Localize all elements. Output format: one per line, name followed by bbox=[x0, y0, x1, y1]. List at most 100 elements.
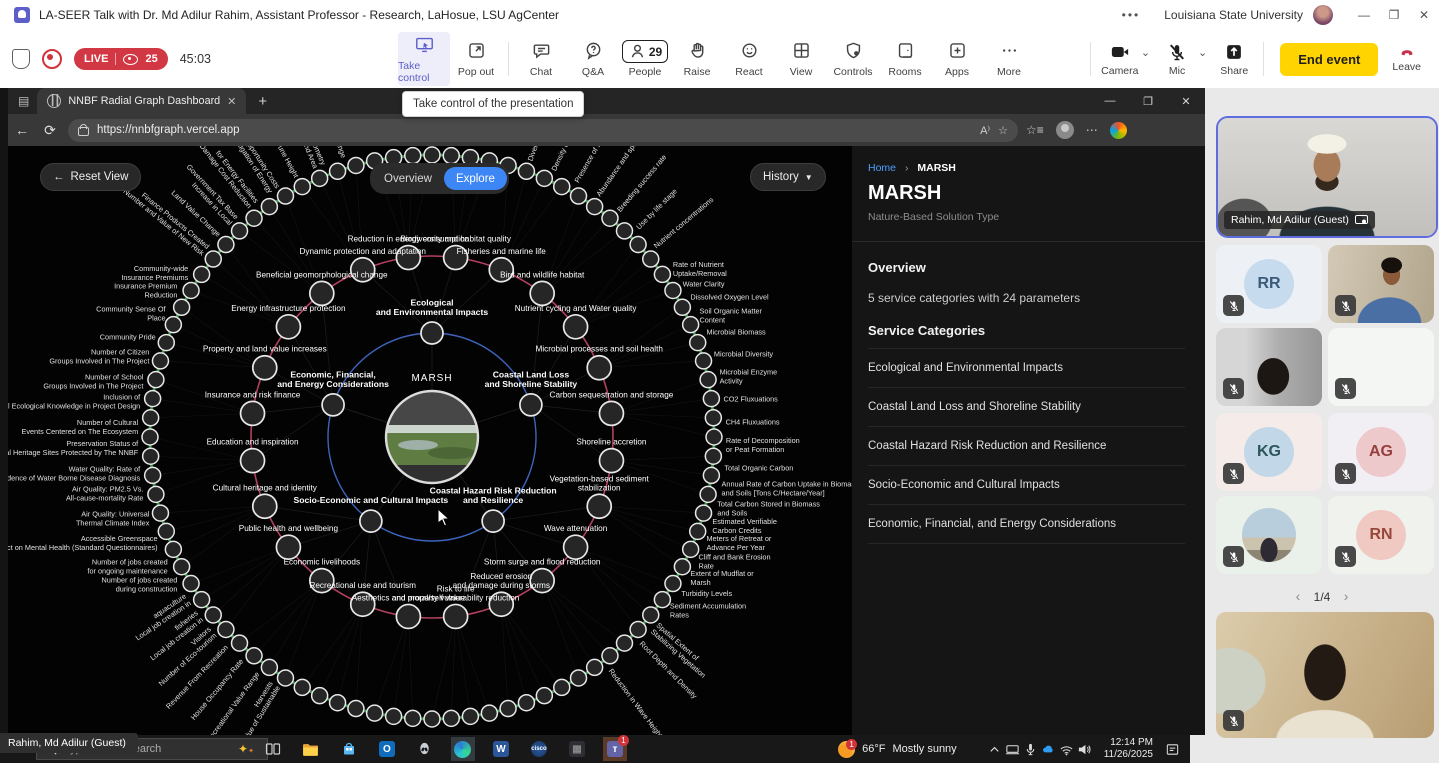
graph-node-parameter[interactable] bbox=[599, 401, 623, 425]
toolbar-button-chat[interactable]: Chat bbox=[515, 32, 567, 86]
graph-node-parameter[interactable] bbox=[310, 281, 334, 305]
graph-node-parameter[interactable] bbox=[587, 494, 611, 518]
graph-node-parameter[interactable] bbox=[276, 315, 300, 339]
graph-node-outer[interactable] bbox=[165, 541, 181, 557]
graph-node-outer[interactable] bbox=[554, 179, 570, 195]
category-item[interactable]: Ecological and Environmental Impacts bbox=[868, 348, 1185, 388]
graph-node-outer[interactable] bbox=[143, 410, 159, 426]
graph-node-outer[interactable] bbox=[218, 237, 234, 253]
wifi-icon[interactable] bbox=[1059, 742, 1074, 757]
toolbar-button-react[interactable]: React bbox=[723, 32, 775, 86]
tab-actions-icon[interactable]: ▤ bbox=[18, 94, 29, 108]
copilot-icon[interactable] bbox=[1110, 122, 1127, 139]
camera-button[interactable]: Camera bbox=[1097, 42, 1143, 77]
graph-node-outer[interactable] bbox=[630, 237, 646, 253]
overview-tab[interactable]: Overview bbox=[372, 173, 444, 185]
graph-node-outer[interactable] bbox=[705, 448, 721, 464]
graph-node-outer[interactable] bbox=[183, 576, 199, 592]
graph-node-outer[interactable] bbox=[218, 621, 234, 637]
graph-node-outer[interactable] bbox=[174, 559, 190, 575]
graph-node-outer[interactable] bbox=[665, 576, 681, 592]
graph-node-outer[interactable] bbox=[703, 391, 719, 407]
graph-node-outer[interactable] bbox=[148, 486, 164, 502]
edge-icon[interactable] bbox=[451, 737, 475, 761]
graph-node-parameter[interactable] bbox=[276, 535, 300, 559]
action-center-icon[interactable] bbox=[1165, 742, 1180, 757]
graph-node-outer[interactable] bbox=[665, 282, 681, 298]
graph-node-outer[interactable] bbox=[703, 467, 719, 483]
refresh-icon[interactable]: ⟳ bbox=[36, 122, 64, 139]
graph-node-outer[interactable] bbox=[536, 170, 552, 186]
graph-node-outer[interactable] bbox=[587, 199, 603, 215]
onedrive-icon[interactable] bbox=[1041, 742, 1056, 757]
titlebar-more-icon[interactable]: ••• bbox=[1122, 8, 1141, 22]
prev-page-icon[interactable]: ‹ bbox=[1296, 588, 1301, 604]
graph-node-outer[interactable] bbox=[536, 688, 552, 704]
volume-icon[interactable] bbox=[1077, 742, 1092, 757]
graph-node-parameter[interactable] bbox=[530, 281, 554, 305]
graph-node-outer[interactable] bbox=[277, 188, 293, 204]
graph-node-outer[interactable] bbox=[571, 188, 587, 204]
graph-node-outer[interactable] bbox=[232, 635, 248, 651]
graph-node-parameter[interactable] bbox=[396, 604, 420, 628]
read-aloud-icon[interactable]: A⁾ bbox=[980, 124, 990, 137]
browser-profile-icon[interactable] bbox=[1056, 121, 1074, 139]
favorite-star-icon[interactable]: ☆ bbox=[998, 124, 1008, 137]
participant-tile[interactable]: AG bbox=[1328, 413, 1434, 491]
speaker-video-tile[interactable]: Rahim, Md Adilur (Guest) bbox=[1216, 116, 1438, 238]
graph-node-outer[interactable] bbox=[142, 429, 158, 445]
graph-node-outer[interactable] bbox=[706, 429, 722, 445]
mic-tray-icon[interactable] bbox=[1023, 742, 1038, 757]
mic-button[interactable]: Mic bbox=[1154, 42, 1200, 77]
graph-node-outer[interactable] bbox=[194, 266, 210, 282]
graph-node-category[interactable] bbox=[360, 510, 382, 532]
graph-node-category[interactable] bbox=[482, 510, 504, 532]
graph-node-outer[interactable] bbox=[367, 705, 383, 721]
graph-node-outer[interactable] bbox=[158, 523, 174, 539]
graph-node-outer[interactable] bbox=[443, 148, 459, 164]
graph-node-parameter[interactable] bbox=[253, 356, 277, 380]
participant-tile[interactable] bbox=[1216, 496, 1322, 574]
graph-node-outer[interactable] bbox=[294, 679, 310, 695]
graph-node-outer[interactable] bbox=[294, 179, 310, 195]
app-icon[interactable]: ▦ bbox=[565, 737, 589, 761]
word-icon[interactable]: W bbox=[489, 737, 513, 761]
toolbar-button-rooms[interactable]: Rooms bbox=[879, 32, 931, 86]
graph-node-outer[interactable] bbox=[462, 708, 478, 724]
graph-node-outer[interactable] bbox=[386, 708, 402, 724]
graph-node-outer[interactable] bbox=[654, 266, 670, 282]
graph-node-outer[interactable] bbox=[602, 648, 618, 664]
graph-node-outer[interactable] bbox=[571, 670, 587, 686]
graph-node-outer[interactable] bbox=[152, 505, 168, 521]
graph-node-parameter[interactable] bbox=[587, 356, 611, 380]
graph-node-parameter[interactable] bbox=[253, 494, 277, 518]
graph-node-outer[interactable] bbox=[554, 679, 570, 695]
graph-node-outer[interactable] bbox=[312, 688, 328, 704]
graph-node-category[interactable] bbox=[421, 322, 443, 344]
graph-node-outer[interactable] bbox=[443, 710, 459, 726]
graph-node-outer[interactable] bbox=[424, 711, 440, 727]
graph-node-outer[interactable] bbox=[246, 648, 262, 664]
toolbar-button-apps[interactable]: Apps bbox=[931, 32, 983, 86]
graph-node-outer[interactable] bbox=[587, 659, 603, 675]
browser-menu-icon[interactable]: ⋯ bbox=[1086, 123, 1098, 137]
graph-node-parameter[interactable] bbox=[444, 604, 468, 628]
graph-node-outer[interactable] bbox=[700, 486, 716, 502]
graph-node-outer[interactable] bbox=[205, 607, 221, 623]
graph-node-outer[interactable] bbox=[143, 448, 159, 464]
new-tab-button[interactable]: + bbox=[258, 93, 267, 110]
graph-node-outer[interactable] bbox=[165, 317, 181, 333]
chevron-up-icon[interactable] bbox=[987, 742, 1002, 757]
url-text[interactable]: https://nnbfgraph.vercel.app bbox=[97, 124, 972, 136]
camera-chevron-icon[interactable]: ⌄ bbox=[1141, 46, 1150, 59]
graph-node-outer[interactable] bbox=[205, 251, 221, 267]
restore-button[interactable]: ❐ bbox=[1379, 8, 1409, 22]
tab-close-icon[interactable]: ✕ bbox=[227, 95, 236, 108]
category-item[interactable]: Coastal Hazard Risk Reduction and Resili… bbox=[868, 427, 1185, 466]
participant-tile[interactable]: RR bbox=[1216, 245, 1322, 323]
close-button[interactable]: ✕ bbox=[1409, 8, 1439, 22]
toolbar-button-controls[interactable]: Controls bbox=[827, 32, 879, 86]
browser-close-button[interactable]: ✕ bbox=[1167, 95, 1205, 108]
mic-chevron-icon[interactable]: ⌄ bbox=[1198, 46, 1207, 59]
graph-node-outer[interactable] bbox=[630, 621, 646, 637]
